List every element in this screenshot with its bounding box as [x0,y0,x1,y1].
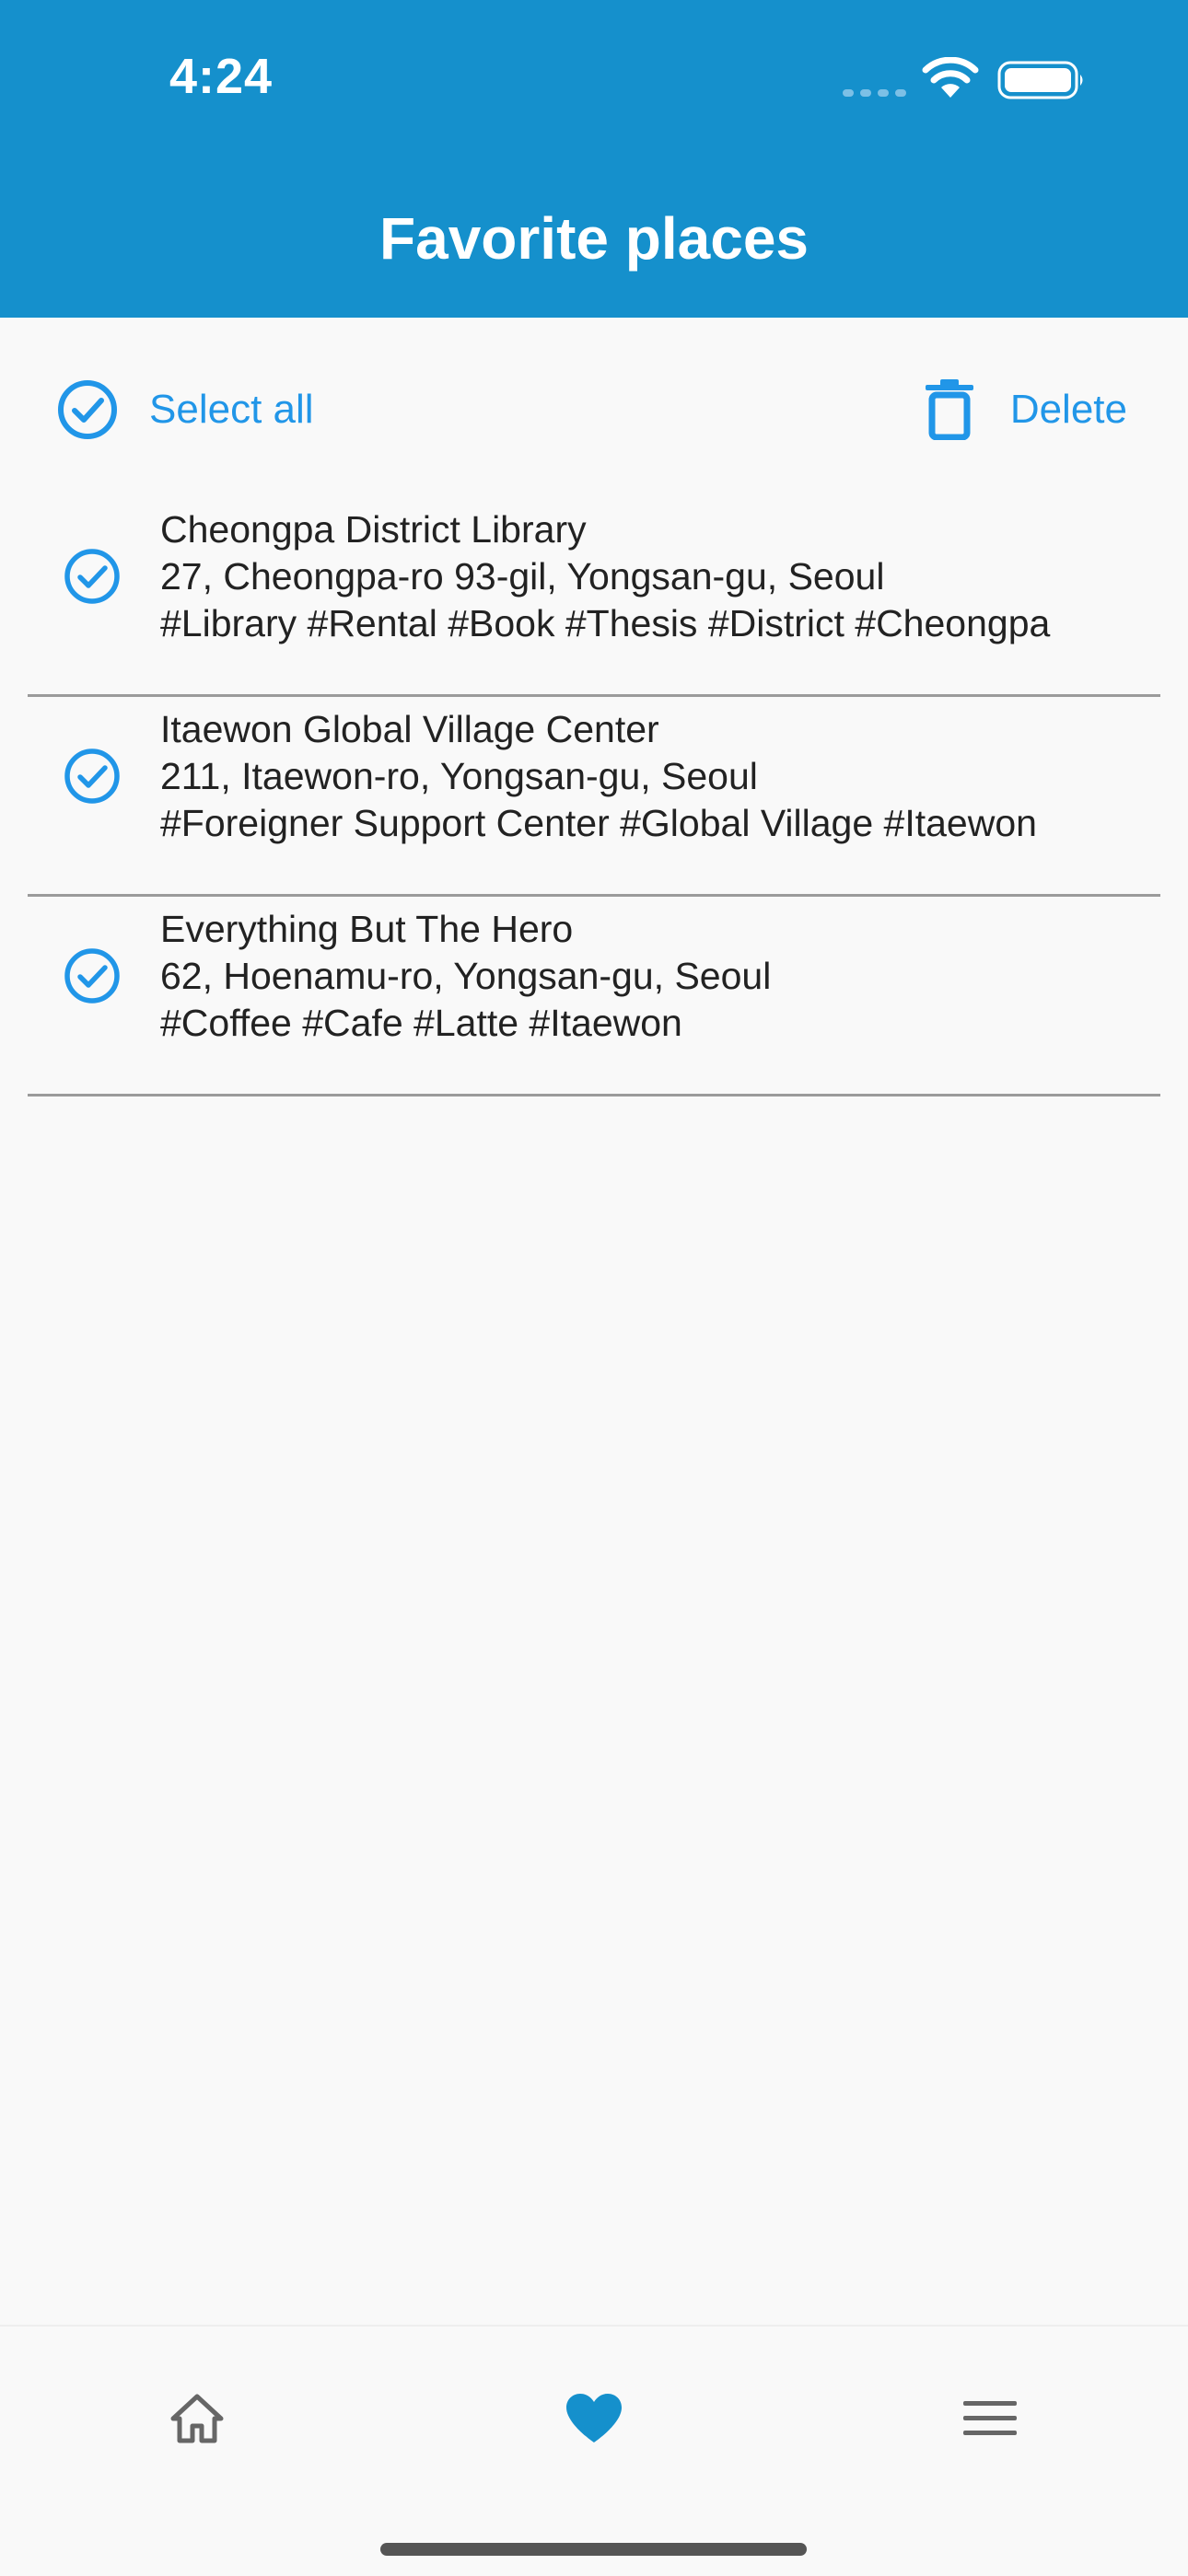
app-header: 4:24 Favorite places [0,0,1188,318]
place-list-item[interactable]: Itaewon Global Village Center 211, Itaew… [28,697,1160,897]
place-tags: #Library #Rental #Book #Thesis #District… [160,602,1051,644]
menu-icon [963,2401,1017,2435]
nav-favorites-button[interactable] [548,2373,640,2465]
place-tags: #Foreigner Support Center #Global Villag… [160,802,1037,844]
place-name: Everything But The Hero [160,908,574,950]
check-circle-icon[interactable] [63,547,122,606]
place-address: 27, Cheongpa-ro 93-gil, Yongsan-gu, Seou… [160,555,885,598]
wifi-icon [922,57,979,98]
cellular-signal-icon [843,89,906,97]
selection-toolbar: Select all Delete [0,354,1188,465]
check-circle-icon[interactable] [63,747,122,806]
check-circle-icon [58,380,117,439]
select-all-button[interactable]: Select all [55,354,314,465]
heart-icon [566,2394,622,2443]
bottom-navigation-bar [0,2325,1188,2576]
place-list-item[interactable]: Cheongpa District Library 27, Cheongpa-r… [28,497,1160,697]
delete-label: Delete [1009,387,1127,432]
home-indicator[interactable] [380,2543,807,2556]
place-details: Everything But The Hero 62, Hoenamu-ro, … [160,906,1160,1047]
status-bar-time: 4:24 [169,49,274,104]
place-list-item[interactable]: Everything But The Hero 62, Hoenamu-ro, … [28,897,1160,1097]
place-details: Itaewon Global Village Center 211, Itaew… [160,706,1160,847]
page-title: Favorite places [379,205,809,272]
place-tags: #Coffee #Cafe #Latte #Itaewon [160,1002,682,1044]
nav-home-button[interactable] [151,2373,243,2465]
battery-icon [997,61,1083,99]
favorite-places-list: Cheongpa District Library 27, Cheongpa-r… [28,497,1160,1097]
home-icon [170,2394,224,2443]
place-name: Itaewon Global Village Center [160,708,659,750]
place-details: Cheongpa District Library 27, Cheongpa-r… [160,506,1160,647]
place-name: Cheongpa District Library [160,508,587,551]
delete-button[interactable]: Delete [924,354,1127,465]
check-circle-icon[interactable] [63,946,122,1005]
place-address: 62, Hoenamu-ro, Yongsan-gu, Seoul [160,955,772,997]
place-address: 211, Itaewon-ro, Yongsan-gu, Seoul [160,755,758,797]
trash-icon [925,379,973,440]
nav-menu-button[interactable] [944,2373,1036,2465]
select-all-label: Select all [149,387,314,432]
